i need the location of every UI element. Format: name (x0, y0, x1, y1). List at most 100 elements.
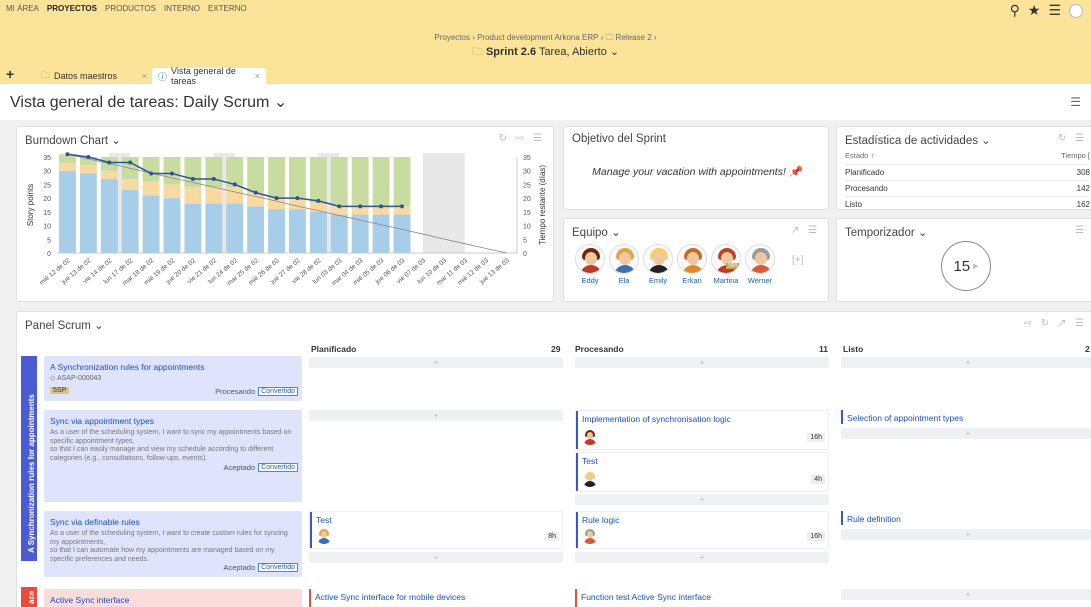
add-member-icon[interactable]: [+] (792, 255, 803, 266)
actual-point (211, 176, 216, 181)
team-member[interactable]: Erkan (676, 244, 708, 285)
task-title[interactable]: Implementation of synchronisation logic (582, 414, 731, 424)
converted-badge[interactable]: Convertido (258, 563, 298, 572)
nav-productos[interactable]: PRODUCTOS (105, 4, 156, 13)
avatar[interactable] (745, 244, 775, 274)
task-card[interactable]: Test 8h (309, 511, 563, 549)
task-bar (576, 512, 578, 548)
page-title[interactable]: Vista general de tareas: Daily Scrum ⌄ (10, 92, 287, 112)
task-title[interactable]: Rule logic (582, 515, 619, 525)
avatar[interactable] (582, 528, 598, 544)
task-card[interactable]: Rule logic 16h (575, 511, 829, 549)
team-member[interactable]: Ela (608, 244, 640, 285)
task-card[interactable]: Function test Active Sync interface (575, 589, 829, 607)
close-icon[interactable]: × (142, 71, 147, 81)
menu-icon[interactable]: ☰ (1048, 2, 1061, 19)
story-card[interactable]: Sync via appointment types As a user of … (44, 410, 302, 502)
avatar[interactable] (575, 244, 605, 274)
task-title[interactable]: Active Sync interface for mobile devices (315, 592, 465, 602)
tab-datos-maestros[interactable]: 🗀 Datos maestros × (35, 68, 153, 84)
add-task-button[interactable]: + (841, 529, 1091, 540)
new-tab-button[interactable]: + (6, 66, 14, 82)
star-icon[interactable]: ★ (1028, 2, 1041, 19)
nav-externo[interactable]: EXTERNO (208, 4, 247, 13)
converted-badge[interactable]: Convertido (258, 387, 298, 396)
converted-badge[interactable]: Convertido (258, 463, 298, 472)
stats-label: Listo (845, 200, 862, 209)
add-task-button[interactable]: + (841, 357, 1091, 368)
avatar[interactable] (677, 244, 707, 274)
add-task-button[interactable]: + (575, 552, 829, 563)
nav-proyectos[interactable]: PROYECTOS (47, 4, 97, 13)
swimlane-label[interactable]: A Synchronization rules for appointments (21, 356, 37, 561)
story-card[interactable]: Sync via definable rules As a user of th… (44, 511, 302, 577)
team-member[interactable]: Werner (744, 244, 776, 285)
story-title[interactable]: Sync via definable rules (50, 517, 140, 527)
team-member[interactable]: Emily (642, 244, 674, 285)
avatar[interactable]: SM (711, 244, 741, 274)
nav-interno[interactable]: INTERNO (164, 4, 200, 13)
story-title[interactable]: Sync via appointment types (50, 416, 154, 426)
avatar[interactable] (643, 244, 673, 274)
card-tools[interactable]: ⇨ ↻ ↗ ☰ (1024, 318, 1087, 329)
chevron-down-icon[interactable]: ⌄ (610, 46, 619, 58)
task-bar (841, 511, 843, 525)
avatar[interactable] (582, 429, 598, 445)
team-title[interactable]: Equipo ⌄ (572, 225, 621, 239)
card-tools[interactable]: ↗ ☰ (791, 225, 820, 236)
add-task-button[interactable]: + (841, 428, 1091, 439)
stats-header-estado[interactable]: Estado ↑ (845, 151, 874, 160)
sprint-title[interactable]: 🗀 Sprint 2.6 Tarea, Abierto ⌄ (0, 43, 1091, 62)
add-task-button[interactable]: + (309, 552, 563, 563)
avatar[interactable] (609, 244, 639, 274)
task-card[interactable]: Selection of appointment types (841, 410, 1091, 424)
team-card: Equipo ⌄ ↗ ☰ Eddy Ela Emily Erkan SM Martina W… (563, 218, 829, 302)
task-card[interactable]: Test 4h (575, 452, 829, 492)
add-task-button[interactable]: + (575, 357, 829, 368)
actual-point (379, 204, 384, 209)
story-card[interactable]: Active Sync interface (44, 589, 302, 607)
bar-segment (163, 157, 181, 185)
column-count: 2 (1085, 344, 1090, 354)
user-avatar[interactable] (1069, 3, 1083, 18)
avatar[interactable] (582, 471, 598, 487)
search-icon[interactable]: ⚲ (1010, 2, 1020, 19)
task-title[interactable]: Rule definition (847, 514, 901, 524)
card-tools[interactable]: ↻ ⇨ ☰ (499, 133, 545, 144)
nav-mi-area[interactable]: MI ÁREA (6, 4, 39, 13)
bar-segment (393, 157, 411, 207)
story-title[interactable]: A Synchronization rules for appointments (50, 362, 205, 372)
task-card[interactable]: Active Sync interface for mobile devices (309, 589, 563, 607)
close-icon[interactable]: × (255, 71, 260, 81)
tab-vista-general[interactable]: ⓘ Vista general de tareas × (152, 66, 266, 86)
settings-icon[interactable]: ☰ (1070, 95, 1081, 109)
add-task-button[interactable]: + (575, 494, 829, 505)
avatar[interactable] (316, 528, 332, 544)
task-title[interactable]: Selection of appointment types (847, 413, 963, 423)
timer-button[interactable]: 15 ▶ (941, 241, 991, 291)
task-card[interactable]: Implementation of synchronisation logic … (575, 410, 829, 450)
team-member[interactable]: Eddy (574, 244, 606, 285)
burndown-title[interactable]: Burndown Chart ⌄ (25, 133, 121, 147)
add-task-button[interactable]: + (309, 410, 563, 421)
stats-header-tiempo[interactable]: Tiempo [ (1061, 151, 1090, 160)
story-title[interactable]: Active Sync interface (50, 595, 129, 605)
task-title[interactable]: Function test Active Sync interface (581, 592, 711, 602)
task-card[interactable]: Rule definition (841, 511, 1091, 525)
actual-point (149, 171, 154, 176)
scrum-title[interactable]: Panel Scrum ⌄ (25, 318, 104, 332)
task-title[interactable]: Test (316, 515, 332, 525)
y2-tick-label: 10 (523, 224, 531, 231)
team-member[interactable]: SM Martina (710, 244, 742, 285)
swimlane-label[interactable]: ace (21, 587, 37, 607)
add-task-button[interactable]: + (841, 589, 1091, 600)
add-task-button[interactable]: + (309, 357, 563, 368)
task-title[interactable]: Test (582, 456, 598, 466)
y2-tick-label: 30 (523, 169, 531, 176)
actual-point (107, 160, 112, 165)
story-card[interactable]: A Synchronization rules for appointments… (44, 356, 302, 401)
card-tools[interactable]: ☰ (1075, 225, 1087, 236)
card-tools[interactable]: ↻ ☰ (1058, 133, 1087, 144)
timer-title[interactable]: Temporizador ⌄ (845, 225, 928, 239)
stats-title[interactable]: Estadística de actividades ⌄ (845, 133, 991, 147)
